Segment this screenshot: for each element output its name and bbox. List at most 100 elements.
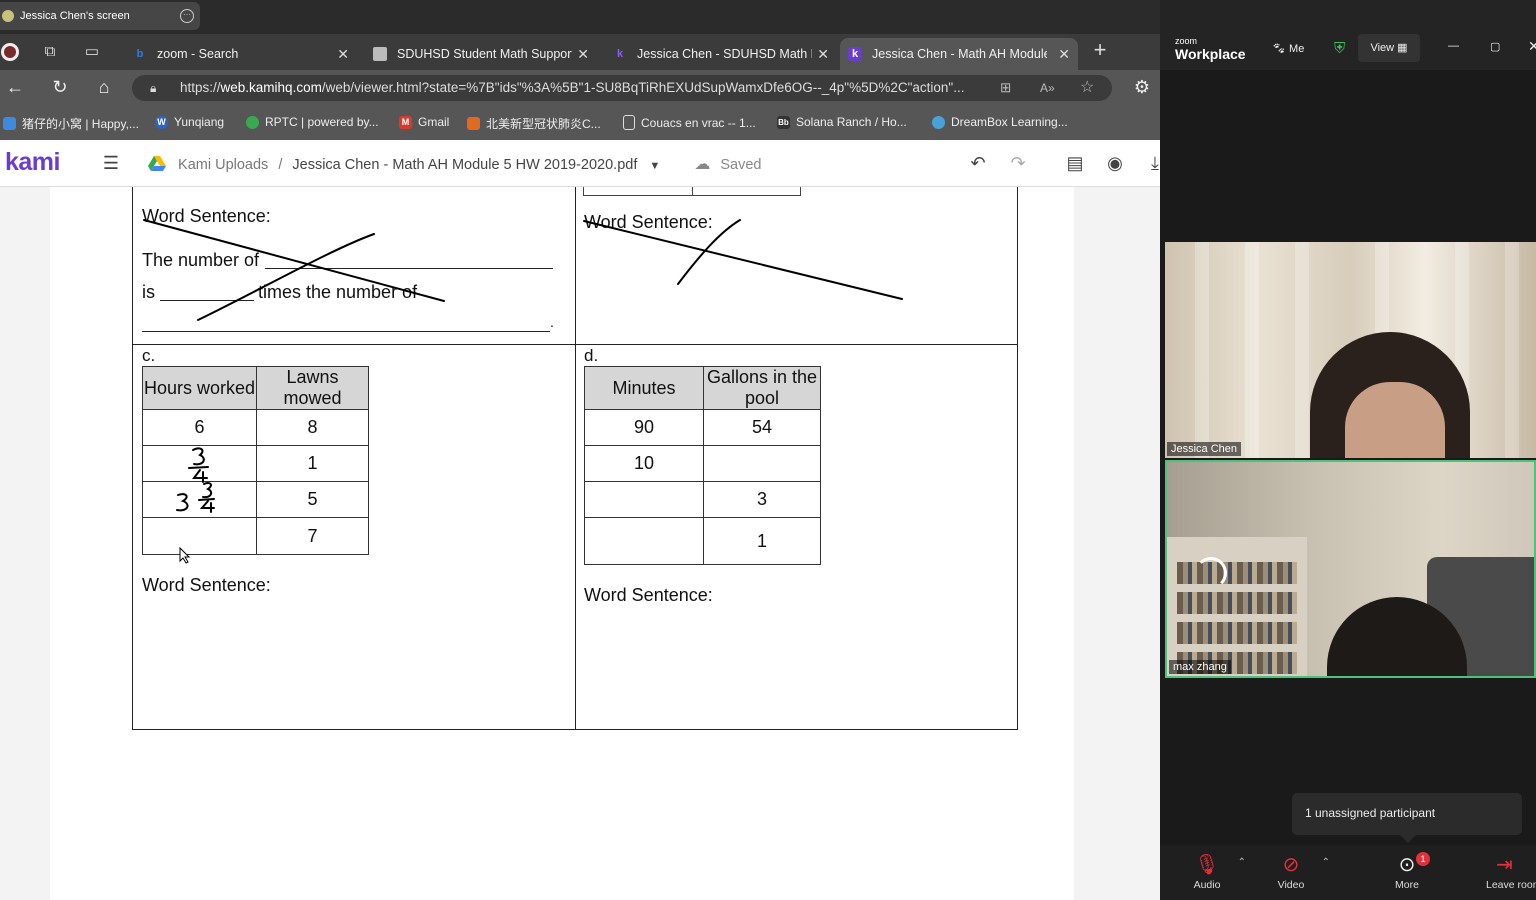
video-tile-active-speaker[interactable]: max zhang xyxy=(1165,460,1536,678)
table-cell[interactable] xyxy=(584,517,704,565)
table-cell-handwritten[interactable] xyxy=(142,481,257,518)
kami-icon: k xyxy=(616,48,624,60)
more-options-icon[interactable]: ··· xyxy=(180,9,194,23)
bookmark-item[interactable]: Couacs en vrac -- 1... xyxy=(623,115,756,130)
back-icon[interactable]: ← xyxy=(3,75,27,99)
read-aloud-icon[interactable]: A» xyxy=(1040,75,1055,101)
bookmark-icon xyxy=(3,117,16,130)
chevron-up-icon[interactable]: ⌃ xyxy=(1238,857,1246,868)
view-eye-icon[interactable]: ◉ xyxy=(1104,152,1126,174)
undo-icon[interactable]: ↶ xyxy=(967,152,989,174)
redo-icon[interactable]: ↷ xyxy=(1007,152,1029,174)
zoom-panel: zoom Workplace 🐾︎ Me ⛨ View ▦ — ▢ ✕ Jess… xyxy=(1160,0,1536,900)
page-icon xyxy=(623,115,635,130)
app-available-icon[interactable]: ⊞ xyxy=(1000,75,1011,101)
view-button[interactable]: View ▦ xyxy=(1358,34,1420,62)
document-breadcrumb: Kami Uploads / Jessica Chen - Math AH Mo… xyxy=(148,154,761,174)
bookmark-item[interactable]: DreamBox Learning... xyxy=(932,115,1068,129)
participant-name: max zhang xyxy=(1169,660,1231,674)
video-button[interactable]: ⊘ Video ⌃ xyxy=(1256,853,1330,891)
paw-icon: 🐾︎ xyxy=(1272,43,1286,55)
chevron-up-icon[interactable]: ⌃ xyxy=(1322,857,1330,868)
menu-list-icon[interactable]: ☰ xyxy=(100,152,122,174)
chevron-down-icon[interactable]: ▼ xyxy=(649,160,660,172)
meeting-controls: 🎙︎ Audio ⌃ ⊘ Video ⌃ ⊙ More ⇥ Leave room xyxy=(1160,845,1536,900)
bookmark-item[interactable]: M Gmail xyxy=(399,115,449,129)
me-button[interactable]: 🐾︎ Me xyxy=(1272,42,1304,55)
leave-room-button[interactable]: ⇥ Leave room xyxy=(1476,853,1536,891)
tab-zoom-search[interactable]: b zoom - Search ✕ xyxy=(125,38,357,70)
close-tab-icon[interactable]: ✕ xyxy=(817,46,829,63)
table-cell[interactable]: 1 xyxy=(256,445,369,482)
bookmark-item[interactable]: 北美新型冠状肺炎C... xyxy=(467,115,601,132)
table-row: 3 xyxy=(584,481,821,518)
screen-share-indicator[interactable]: Jessica Chen's screen ··· xyxy=(0,2,200,30)
document-title[interactable]: Jessica Chen - Math AH Module 5 HW 2019-… xyxy=(292,157,637,173)
url-field[interactable]: 🔒︎ https://web.kamihq.com/web/viewer.htm… xyxy=(132,75,1112,101)
tab-actions-icon[interactable]: ▭ xyxy=(82,42,102,62)
audio-button[interactable]: 🎙︎ Audio ⌃ xyxy=(1172,853,1246,891)
share-label: Jessica Chen's screen xyxy=(20,10,130,22)
more-button[interactable]: ⊙ More xyxy=(1372,853,1442,891)
table-cell[interactable] xyxy=(142,517,257,555)
blank-line[interactable] xyxy=(160,300,254,301)
bookmarks-bar: 猪仔的小窝 | Happy,... W Yunqiang RPTC | power… xyxy=(0,106,1160,140)
profile-icon[interactable] xyxy=(0,42,20,62)
blank-line[interactable] xyxy=(265,268,553,269)
table-cell-handwritten[interactable] xyxy=(142,445,257,482)
unassigned-participant-tooltip[interactable]: 1 unassigned participant xyxy=(1292,793,1522,843)
table-row: 6 8 xyxy=(142,409,369,446)
table-cell[interactable]: 54 xyxy=(703,409,821,446)
close-icon[interactable]: ✕ xyxy=(1528,38,1536,55)
breadcrumb-folder[interactable]: Kami Uploads xyxy=(178,157,268,173)
table-header: Lawns mowed xyxy=(256,366,369,410)
download-icon[interactable]: ⤓ xyxy=(1144,152,1160,174)
table-cell[interactable]: 6 xyxy=(142,409,257,446)
extensions-icon[interactable]: ⚙ xyxy=(1130,75,1154,99)
table-row: 1 xyxy=(584,517,821,565)
table-cell[interactable] xyxy=(703,445,821,482)
shield-icon[interactable]: ⛨ xyxy=(1334,40,1345,57)
bookmark-icon xyxy=(467,117,480,130)
blank-line[interactable] xyxy=(142,331,550,332)
table-row: 1 xyxy=(142,445,369,482)
close-tab-icon[interactable]: ✕ xyxy=(577,46,589,63)
new-tab-button[interactable]: + xyxy=(1090,39,1110,61)
bookmark-icon xyxy=(932,115,945,129)
table-cell[interactable]: 5 xyxy=(256,481,369,518)
close-tab-icon[interactable]: ✕ xyxy=(337,46,349,63)
tab-kami-ah-module[interactable]: k Jessica Chen - Math AH Module ✕ xyxy=(840,38,1078,70)
table-cell[interactable]: 8 xyxy=(256,409,369,446)
breadcrumb-separator: / xyxy=(278,157,283,173)
url-prefix: https:// xyxy=(180,80,221,95)
close-tab-icon[interactable]: ✕ xyxy=(1058,46,1070,63)
refresh-icon[interactable]: ↻ xyxy=(48,75,72,99)
kami-logo[interactable]: kami xyxy=(5,148,60,177)
table-cell[interactable]: 7 xyxy=(256,517,369,555)
share-status-icon xyxy=(2,10,14,22)
bookmark-item[interactable]: RPTC | powered by... xyxy=(246,115,379,129)
table-cell[interactable] xyxy=(584,481,704,518)
table-cell[interactable]: 3 xyxy=(703,481,821,518)
tab-bar: ⧉ ▭ b zoom - Search ✕ SDUHSD Student Mat… xyxy=(0,34,1160,70)
wordpress-icon: W xyxy=(155,115,168,129)
tab-kami-bh[interactable]: k Jessica Chen - SDUHSD Math BH ✕ xyxy=(605,38,837,70)
save-status: Saved xyxy=(720,157,762,173)
minimize-icon[interactable]: — xyxy=(1448,40,1459,52)
workspaces-icon[interactable]: ⧉ xyxy=(40,42,60,62)
tab-sduhsd-support[interactable]: SDUHSD Student Math Support | ✕ xyxy=(365,38,597,70)
lock-icon: 🔒︎ xyxy=(150,81,157,95)
sentence-prefix: The number of xyxy=(142,250,260,270)
bookmark-item[interactable]: W Yunqiang xyxy=(155,115,224,129)
document-outline-icon[interactable]: ▤ xyxy=(1064,152,1086,174)
bookmark-item[interactable]: Bb Solana Ranch / Ho... xyxy=(777,115,907,129)
maximize-icon[interactable]: ▢ xyxy=(1490,40,1500,53)
table-cell[interactable]: 1 xyxy=(703,517,821,565)
video-tile[interactable]: Jessica Chen xyxy=(1165,242,1536,458)
table-cell[interactable]: 90 xyxy=(584,409,704,446)
bookmark-item[interactable]: 猪仔的小窝 | Happy,... xyxy=(3,115,139,132)
home-icon[interactable]: ⌂ xyxy=(92,75,116,99)
favorite-star-icon[interactable]: ☆ xyxy=(1080,75,1094,101)
table-cell[interactable]: 10 xyxy=(584,445,704,482)
bookmark-icon xyxy=(246,115,259,129)
